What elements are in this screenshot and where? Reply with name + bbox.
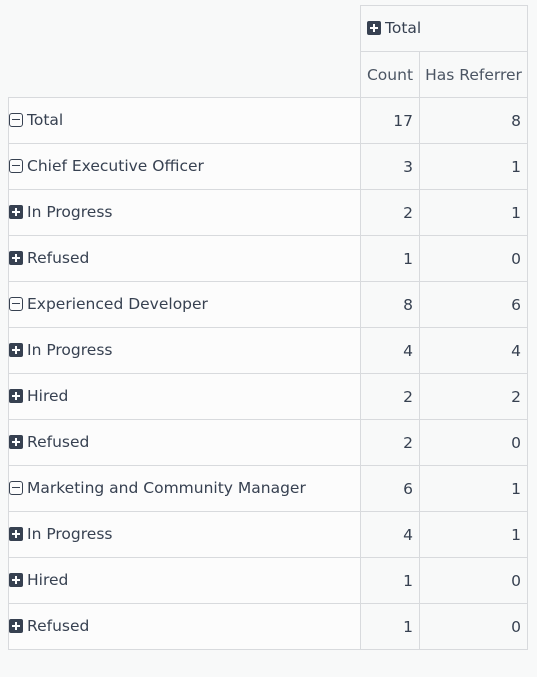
row-header[interactable]: Hired (8, 373, 361, 420)
table-row: Total 17 8 (8, 97, 528, 144)
table-row: Refused 1 0 (8, 235, 528, 282)
row-header[interactable]: In Progress (8, 511, 361, 558)
cell-count[interactable]: 2 (360, 189, 420, 236)
plus-square-icon (367, 20, 381, 35)
table-row: Chief Executive Officer 3 1 (8, 143, 528, 190)
cell-count[interactable]: 6 (360, 465, 420, 512)
row-header[interactable]: Refused (8, 419, 361, 466)
col-header-label: Total (385, 18, 422, 37)
row-header[interactable]: Marketing and Community Manager (8, 465, 361, 512)
plus-square-icon (9, 342, 23, 357)
cell-count[interactable]: 4 (360, 511, 420, 558)
plus-square-icon (9, 250, 23, 265)
row-label: Total (27, 110, 64, 129)
cell-has-referrer[interactable]: 0 (419, 603, 528, 650)
row-header[interactable]: Hired (8, 557, 361, 604)
row-label: Chief Executive Officer (27, 156, 204, 175)
row-label: Marketing and Community Manager (27, 478, 306, 497)
row-label: Refused (27, 248, 90, 267)
row-header[interactable]: Total (8, 97, 361, 144)
row-header[interactable]: Refused (8, 235, 361, 282)
cell-has-referrer[interactable]: 0 (419, 557, 528, 604)
cell-count[interactable]: 2 (360, 419, 420, 466)
table-row: In Progress 4 4 (8, 327, 528, 374)
minus-square-icon (9, 296, 23, 311)
row-label: Refused (27, 432, 90, 451)
cell-has-referrer[interactable]: 1 (419, 511, 528, 558)
row-label: In Progress (27, 340, 113, 359)
table-row: Experienced Developer 8 6 (8, 281, 528, 328)
cell-has-referrer[interactable]: 0 (419, 419, 528, 466)
row-header[interactable]: In Progress (8, 327, 361, 374)
minus-square-icon (9, 158, 23, 173)
table-row: Hired 2 2 (8, 373, 528, 420)
cell-count[interactable]: 2 (360, 373, 420, 420)
measure-header-has-referrer[interactable]: Has Referrer (419, 51, 528, 98)
cell-has-referrer[interactable]: 6 (419, 281, 528, 328)
cell-has-referrer[interactable]: 1 (419, 465, 528, 512)
row-header[interactable]: Refused (8, 603, 361, 650)
cell-has-referrer[interactable]: 4 (419, 327, 528, 374)
table-row: Refused 1 0 (8, 603, 528, 650)
cell-count[interactable]: 4 (360, 327, 420, 374)
pivot-corner (8, 5, 361, 98)
row-header[interactable]: In Progress (8, 189, 361, 236)
cell-count[interactable]: 17 (360, 97, 420, 144)
cell-has-referrer[interactable]: 2 (419, 373, 528, 420)
col-header-total[interactable]: Total (360, 5, 528, 52)
cell-count[interactable]: 1 (360, 235, 420, 282)
row-label: Hired (27, 386, 69, 405)
table-row: Marketing and Community Manager 6 1 (8, 465, 528, 512)
minus-square-icon (9, 480, 23, 495)
measure-header-count[interactable]: Count (360, 51, 420, 98)
minus-square-icon (9, 112, 23, 127)
cell-has-referrer[interactable]: 1 (419, 143, 528, 190)
table-row: Refused 2 0 (8, 419, 528, 466)
row-label: Hired (27, 570, 69, 589)
cell-count[interactable]: 8 (360, 281, 420, 328)
table-row: In Progress 2 1 (8, 189, 528, 236)
cell-count[interactable]: 3 (360, 143, 420, 190)
row-label: In Progress (27, 524, 113, 543)
row-header[interactable]: Experienced Developer (8, 281, 361, 328)
table-row: In Progress 4 1 (8, 511, 528, 558)
row-label: In Progress (27, 202, 113, 221)
cell-has-referrer[interactable]: 8 (419, 97, 528, 144)
cell-count[interactable]: 1 (360, 557, 420, 604)
cell-has-referrer[interactable]: 1 (419, 189, 528, 236)
plus-square-icon (9, 618, 23, 633)
pivot-table: Total Count Has Referrer Total 17 8 Chief E… (8, 5, 528, 650)
pivot-body: Total 17 8 Chief Executive Officer 3 1 In Prog… (8, 97, 528, 650)
plus-square-icon (9, 526, 23, 541)
plus-square-icon (9, 572, 23, 587)
table-row: Hired 1 0 (8, 557, 528, 604)
plus-square-icon (9, 388, 23, 403)
row-label: Experienced Developer (27, 294, 208, 313)
row-label: Refused (27, 616, 90, 635)
cell-count[interactable]: 1 (360, 603, 420, 650)
cell-has-referrer[interactable]: 0 (419, 235, 528, 282)
plus-square-icon (9, 434, 23, 449)
plus-square-icon (9, 204, 23, 219)
row-header[interactable]: Chief Executive Officer (8, 143, 361, 190)
